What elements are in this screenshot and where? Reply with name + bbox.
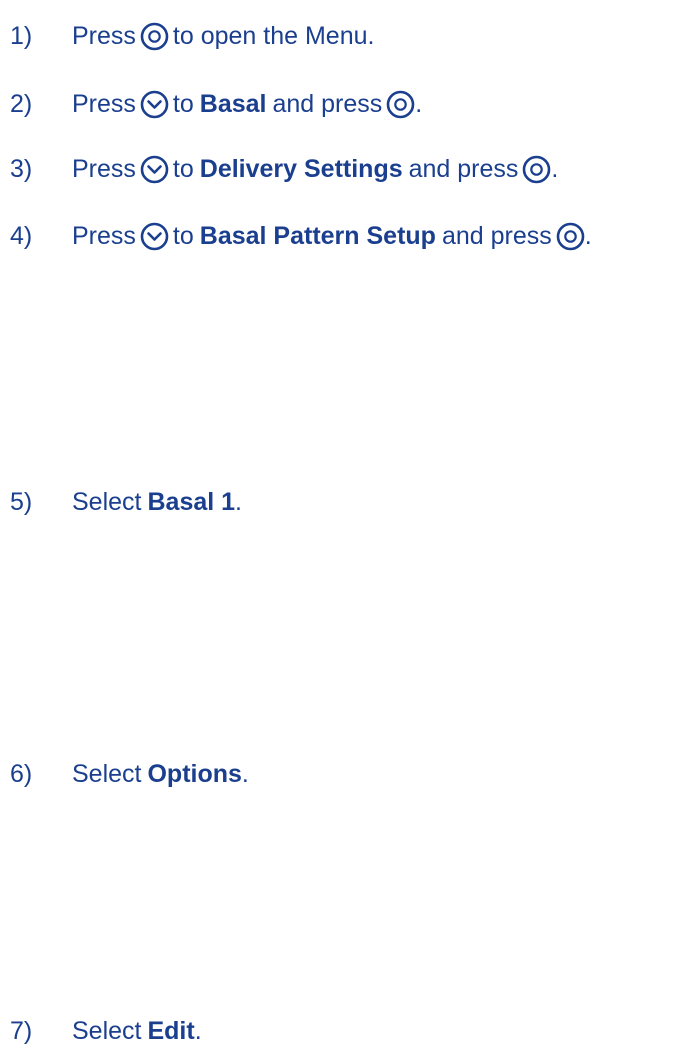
and-press-words: and press	[441, 222, 552, 250]
step-text: Press to Basal Pattern Setup and press .	[72, 214, 592, 258]
step-number: 4)	[10, 222, 33, 250]
select-word: Select	[72, 760, 142, 788]
press-word: Press	[72, 155, 136, 183]
step-6: 6) Select Options .	[0, 752, 673, 796]
menu-target: Edit	[147, 1017, 195, 1045]
sentence-period: .	[235, 488, 242, 516]
step-number: 7)	[10, 1017, 33, 1045]
down-arrow-button-icon	[140, 155, 169, 184]
select-button-icon	[386, 90, 415, 119]
menu-target: Basal	[199, 90, 267, 118]
step-text: Select Basal 1 .	[72, 480, 242, 524]
down-arrow-button-icon	[140, 90, 169, 119]
select-button-icon	[522, 155, 551, 184]
step-4: 4) Press to Basal Pattern Setup and pres…	[0, 214, 673, 258]
and-press-words: and press	[272, 90, 383, 118]
select-word: Select	[72, 488, 142, 516]
to-word: to	[172, 222, 194, 250]
sentence-period: .	[415, 90, 423, 118]
select-word: Select	[72, 1017, 142, 1045]
step-number: 1)	[10, 22, 33, 50]
to-word: to	[172, 90, 194, 118]
select-button-icon	[556, 222, 585, 251]
menu-target: Options	[147, 760, 242, 788]
step-text: Press to Delivery Settings and press .	[72, 147, 558, 191]
select-button-icon	[140, 22, 169, 51]
step-7: 7) Select Edit .	[0, 1009, 673, 1053]
step-number: 5)	[10, 488, 33, 516]
sentence-period: .	[194, 1017, 202, 1045]
step-text: Press to Basal and press .	[72, 82, 422, 126]
press-word: Press	[72, 222, 136, 250]
press-word: Press	[72, 22, 136, 50]
step-text: Press to open the Menu.	[72, 14, 374, 58]
step-3: 3) Press to Delivery Settings and press …	[0, 147, 673, 191]
menu-target: Basal 1	[147, 488, 236, 516]
and-press-words: and press	[408, 155, 519, 183]
sentence-period: .	[241, 760, 249, 788]
step-number: 3)	[10, 155, 33, 183]
sentence-period: .	[584, 222, 592, 250]
sentence-period: .	[551, 155, 559, 183]
to-word: to	[172, 155, 194, 183]
down-arrow-button-icon	[140, 222, 169, 251]
step-5: 5) Select Basal 1 .	[0, 480, 673, 524]
step-instruction: to open the Menu.	[172, 22, 375, 50]
step-number: 2)	[10, 90, 33, 118]
step-text: Select Edit .	[72, 1009, 202, 1053]
step-text: Select Options .	[72, 752, 249, 796]
menu-target: Basal Pattern Setup	[199, 222, 436, 250]
menu-target: Delivery Settings	[199, 155, 403, 183]
step-1: 1) Press to open the Menu.	[0, 14, 673, 58]
step-2: 2) Press to Basal and press .	[0, 82, 673, 126]
step-number: 6)	[10, 760, 33, 788]
press-word: Press	[72, 90, 136, 118]
